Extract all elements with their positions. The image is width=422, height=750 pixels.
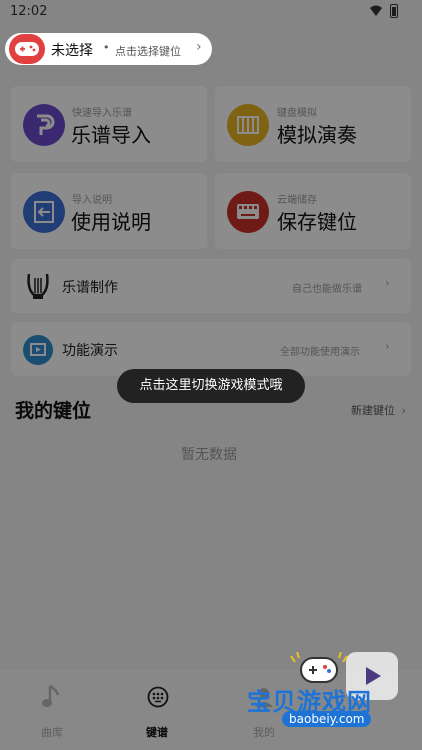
watermark-url: baobeiy.com (282, 711, 372, 727)
mode-bullet: • (103, 41, 110, 54)
gamepad-mascot-icon (290, 652, 348, 683)
gamepad-icon (9, 34, 45, 64)
chevron-right-icon: › (196, 39, 202, 55)
watermark-logo: 宝贝游戏网 baobeiy.com (244, 652, 394, 744)
mode-title: 未选择 (51, 43, 93, 59)
game-mode-selector[interactable]: 未选择 • 点击选择键位 › (5, 33, 212, 65)
tooltip-toast: 点击这里切换游戏模式哦 (117, 369, 305, 403)
mode-hint: 点击选择键位 (115, 45, 181, 58)
